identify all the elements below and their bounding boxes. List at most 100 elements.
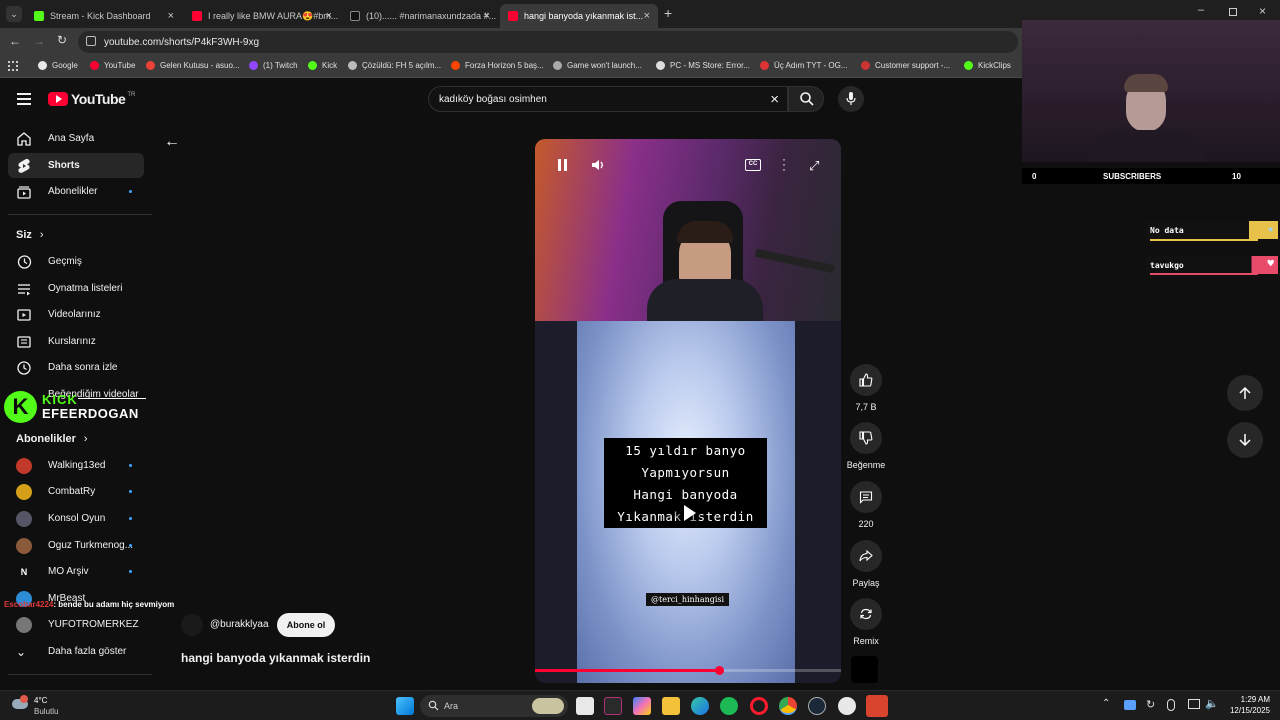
bookmark-youtube[interactable]: YouTube [90, 61, 135, 70]
like-button[interactable]: 7,7 B [846, 364, 886, 412]
restore-icon[interactable] [1229, 8, 1237, 16]
sidebar-item-courses[interactable]: Kurslarınız [8, 329, 144, 354]
new-tab-button[interactable]: + [664, 5, 672, 21]
sidebar-subscriptions-heading[interactable]: Abonelikler › [16, 433, 88, 445]
comments-button[interactable]: 220 [846, 481, 886, 529]
bookmark-gmail[interactable]: Gelen Kutusu - asuo... [146, 61, 240, 70]
chrome-profile-icon[interactable] [838, 697, 856, 715]
tab-list-button[interactable]: ⌄ [6, 6, 22, 22]
windows-start-icon[interactable] [396, 697, 414, 715]
volume-button[interactable] [591, 158, 605, 172]
bookmark-twitch[interactable]: (1) Twitch [249, 61, 298, 70]
copilot-icon[interactable] [633, 697, 651, 715]
edge-icon[interactable] [691, 697, 709, 715]
bookmark-fh5[interactable]: Forza Horizon 5 baş... [451, 61, 544, 70]
sidebar-item-your-videos[interactable]: Videolarınız [8, 302, 144, 327]
youtube-logo[interactable]: YouTube TR [48, 91, 135, 107]
menu-icon[interactable] [17, 93, 31, 105]
fullscreen-icon[interactable]: ⤢ [809, 158, 819, 174]
back-icon[interactable]: ← [9, 34, 21, 48]
remix-button[interactable]: Remix [846, 598, 886, 646]
share-button[interactable]: Paylaş [846, 540, 886, 588]
volume-icon[interactable]: 🔈 [1205, 697, 1219, 710]
apps-grid-icon[interactable] [8, 61, 18, 71]
next-short-button[interactable] [1227, 422, 1263, 458]
steam-icon [553, 61, 562, 70]
spotify-icon[interactable] [720, 697, 738, 715]
bookmark-game-wont-launch[interactable]: Game won't launch... [553, 61, 642, 70]
close-tab-icon[interactable]: × [326, 10, 332, 22]
bookmark-support[interactable]: Customer support -... [861, 61, 950, 70]
bookmark-tyt[interactable]: Üç Adım TYT - OG... [760, 61, 848, 70]
close-tab-icon[interactable]: × [484, 10, 490, 22]
steam-icon[interactable] [808, 697, 826, 715]
chevron-down-icon: ⌄ [16, 645, 27, 659]
site-info-icon[interactable] [86, 36, 96, 46]
search-input[interactable]: kadıköy boğası osimhen × [428, 86, 788, 112]
task-view-icon[interactable] [576, 697, 594, 715]
captions-button[interactable]: CC [745, 159, 761, 171]
tray-sync-icon[interactable]: ↻ [1146, 698, 1155, 711]
play-overlay-icon[interactable] [675, 500, 701, 526]
chrome-icon[interactable] [779, 697, 797, 715]
opera-icon[interactable] [750, 697, 768, 715]
sidebar-sub-oguz[interactable]: Oguz Turkmenog... [8, 533, 144, 558]
video-progress-knob[interactable] [714, 666, 724, 675]
subscribe-button[interactable]: Abone ol [277, 613, 335, 637]
tab-kick-dashboard[interactable]: Stream - Kick Dashboard × [26, 4, 182, 28]
sound-thumbnail[interactable] [851, 656, 878, 683]
previous-short-button[interactable] [1227, 375, 1263, 411]
forward-icon[interactable]: → [33, 34, 45, 48]
channel-name[interactable]: @burakklyaa [210, 619, 269, 630]
minimize-icon[interactable]: – [1198, 4, 1204, 16]
close-tab-icon[interactable]: × [644, 10, 650, 22]
reddit-icon [451, 61, 460, 70]
taskbar-search[interactable]: Ara [420, 695, 568, 717]
voice-search-button[interactable] [838, 86, 864, 112]
bookmark-fh5-solved[interactable]: Çözüldü: FH 5 açılm... [348, 61, 441, 70]
sidebar-item-subscriptions[interactable]: Abonelikler [8, 179, 144, 204]
shorts-player[interactable]: 15 yıldır banyo Yapmıyorsun Hangi banyod… [535, 139, 841, 683]
network-icon[interactable] [1188, 699, 1200, 709]
bookmark-ms-store[interactable]: PC - MS Store: Error... [656, 61, 750, 70]
back-arrow-icon[interactable]: ← [164, 133, 180, 151]
sidebar-show-more[interactable]: ⌄ Daha fazla göster [8, 639, 144, 664]
close-window-icon[interactable]: × [1259, 4, 1266, 18]
obs-app-icon[interactable] [866, 695, 888, 717]
weather-widget[interactable]: 4°C Bulutlu [12, 694, 82, 718]
sidebar-item-watch-later[interactable]: Daha sonra izle [8, 355, 144, 380]
close-tab-icon[interactable]: × [168, 10, 174, 22]
sidebar-sub-mo-arsiv[interactable]: N MO Arşiv [8, 559, 144, 584]
sidebar-you-heading[interactable]: Siz › [16, 229, 44, 241]
sidebar-sub-konsol-oyun[interactable]: Konsol Oyun [8, 506, 144, 531]
sidebar-sub-combatry[interactable]: CombatRy [8, 479, 144, 504]
tray-display-icon[interactable] [1167, 699, 1175, 711]
bookmark-kick[interactable]: Kick [308, 61, 337, 70]
tab-hangi-banyoda[interactable]: hangi banyoda yıkanmak ist... × [500, 4, 658, 28]
clear-search-icon[interactable]: × [770, 91, 779, 108]
show-hidden-icons[interactable]: ⌃ [1102, 698, 1110, 709]
dislike-button[interactable]: Beğenme [845, 422, 887, 470]
notes-app-icon[interactable] [604, 697, 622, 715]
url-field[interactable]: youtube.com/shorts/P4kF3WH-9xg [78, 31, 1018, 53]
tab-bmw-aura[interactable]: I really like BMW AURA😍#bm... × [184, 4, 340, 28]
sidebar-sub-walking13ed[interactable]: Walking13ed [8, 453, 144, 478]
more-options-icon[interactable]: · · · [782, 153, 786, 175]
taskbar-clock[interactable]: 1:29 AM 12/15/2025 [1222, 694, 1270, 716]
tray-app-icon[interactable] [1124, 700, 1136, 710]
bookmark-kickclips[interactable]: KickClips [964, 61, 1011, 70]
tab-tiktok[interactable]: (10)...... #narimanaxundzada #... × [342, 4, 498, 28]
sidebar-item-shorts[interactable]: Shorts [8, 153, 144, 178]
pause-button[interactable] [557, 159, 569, 171]
search-button[interactable] [788, 86, 824, 112]
bookmark-google[interactable]: Google [38, 61, 78, 70]
channel-avatar[interactable] [181, 614, 203, 636]
sidebar-sub-yufotromerkez[interactable]: YUFOTROMERKEZ [8, 612, 144, 637]
reload-icon[interactable]: ↻ [57, 33, 67, 47]
file-explorer-icon[interactable] [662, 697, 680, 715]
sidebar-item-home[interactable]: Ana Sayfa [8, 126, 144, 151]
video-title[interactable]: hangi banyoda yıkanmak isterdin [181, 651, 370, 665]
video-progress-track[interactable] [535, 666, 841, 675]
sidebar-item-playlists[interactable]: Oynatma listeleri [8, 276, 144, 301]
sidebar-item-history[interactable]: Geçmiş [8, 249, 144, 274]
